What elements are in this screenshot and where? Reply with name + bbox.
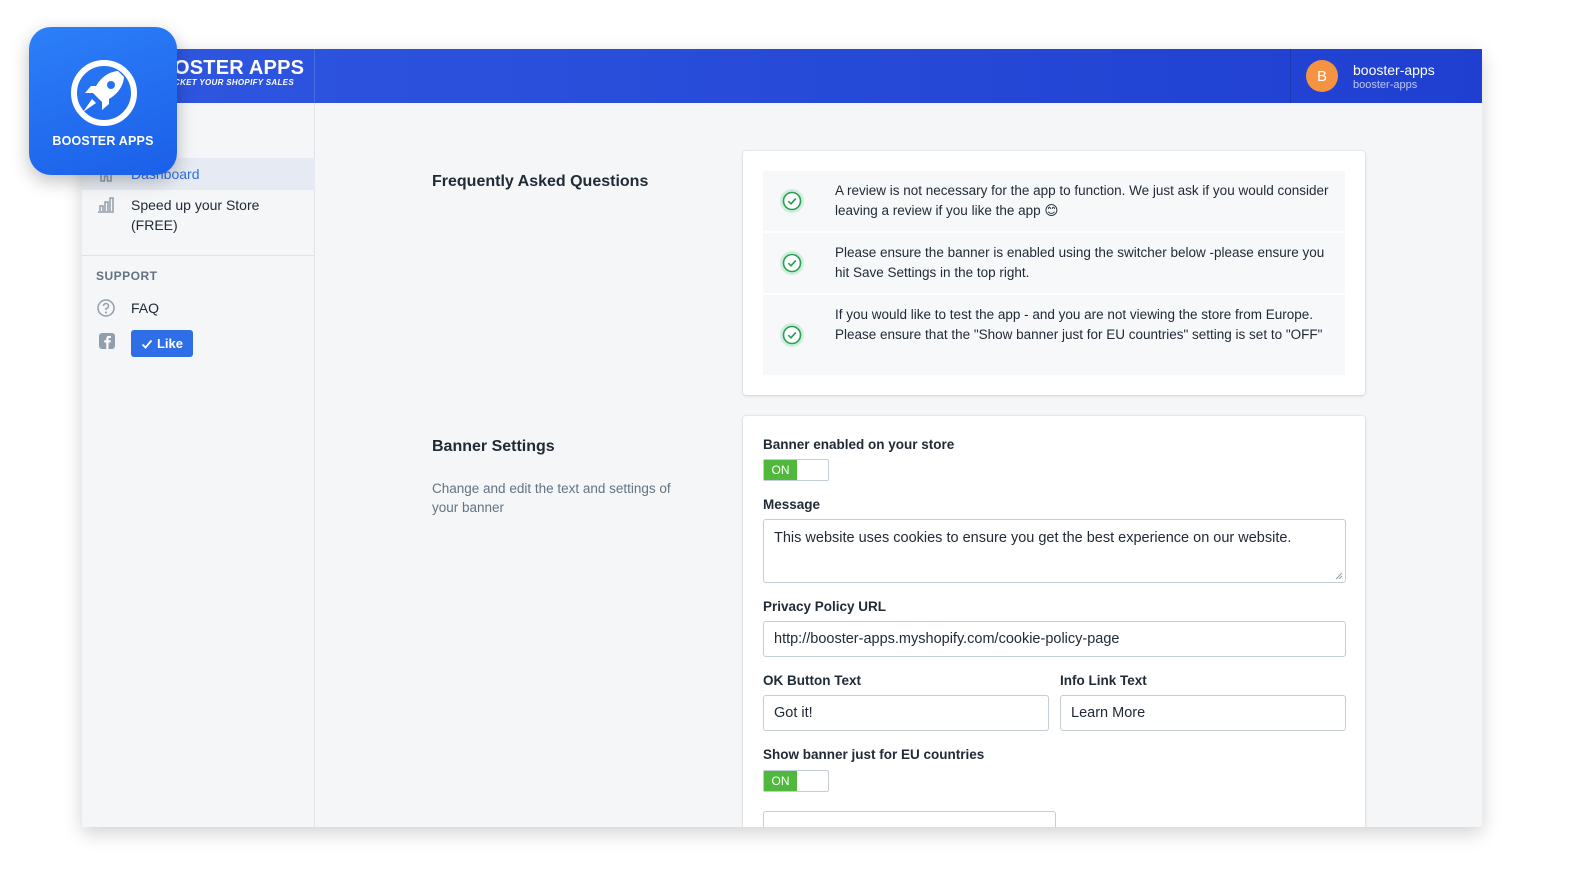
user-divider	[1290, 49, 1291, 103]
bar-chart-icon	[98, 197, 114, 213]
faq-text: Please ensure the banner is enabled usin…	[835, 245, 1325, 280]
app-window: OSTER APPS CKET YOUR SHOPIFY SALES B boo…	[82, 49, 1482, 827]
check-circle-icon	[780, 189, 804, 213]
info-link-text-value: Learn More	[1071, 705, 1146, 721]
toggle-on-state: ON	[764, 460, 797, 480]
faq-text: A review is not necessary for the app to…	[835, 183, 1329, 218]
faq-item: If you would like to test the app - and …	[763, 295, 1345, 375]
privacy-url-label: Privacy Policy URL	[763, 599, 887, 614]
main-content: Frequently Asked Questions A review is n…	[315, 103, 1482, 827]
avatar: B	[1306, 60, 1338, 92]
resize-handle-icon[interactable]	[1334, 571, 1343, 580]
banner-section-title: Banner Settings	[432, 438, 555, 455]
brand-divider	[314, 49, 315, 103]
sidebar-item-faq[interactable]: FAQ	[82, 296, 315, 322]
faq-card: A review is not necessary for the app to…	[743, 151, 1365, 395]
brand-name: OSTER APPS	[174, 57, 305, 79]
user-shop: booster-apps	[1353, 78, 1418, 91]
privacy-url-input[interactable]: http://booster-apps.myshopify.com/cookie…	[763, 621, 1346, 657]
faq-section-title: Frequently Asked Questions	[432, 173, 649, 190]
top-bar: OSTER APPS CKET YOUR SHOPIFY SALES B boo…	[82, 49, 1482, 103]
privacy-url-value: http://booster-apps.myshopify.com/cookie…	[774, 631, 1120, 647]
support-heading: SUPPORT	[96, 269, 158, 283]
user-name: booster-apps	[1353, 61, 1435, 78]
message-value: This website uses cookies to ensure you …	[774, 530, 1292, 546]
like-label: Like	[156, 336, 183, 351]
eu-only-toggle[interactable]: ON	[763, 770, 829, 792]
ok-button-text-input[interactable]: Got it!	[763, 695, 1049, 731]
ok-button-text-label: OK Button Text	[763, 673, 861, 688]
next-field-input[interactable]	[763, 811, 1056, 827]
app-icon: BOOSTER APPS	[29, 27, 177, 175]
ok-button-text-value: Got it!	[774, 705, 813, 721]
user-menu[interactable]: B booster-apps booster-apps	[1306, 60, 1435, 92]
sidebar-item-label: FAQ	[131, 300, 160, 316]
question-icon	[97, 299, 115, 317]
brand-logo[interactable]: OSTER APPS CKET YOUR SHOPIFY SALES	[174, 57, 304, 87]
check-circle-icon	[780, 323, 804, 347]
info-link-text-label: Info Link Text	[1060, 673, 1147, 688]
sidebar: Dashboard Speed up your Store (FREE) SUP…	[82, 103, 315, 827]
message-textarea[interactable]: This website uses cookies to ensure you …	[763, 519, 1346, 583]
app-icon-label: BOOSTER APPS	[52, 134, 154, 148]
rocket-icon	[71, 60, 137, 126]
banner-enabled-label: Banner enabled on your store	[763, 437, 955, 452]
faq-item: A review is not necessary for the app to…	[763, 171, 1345, 231]
banner-section-description: Change and edit the text and settings of…	[432, 481, 671, 515]
checkmark-icon	[141, 339, 153, 349]
brand-tagline: CKET YOUR SHOPIFY SALES	[174, 78, 294, 87]
like-button[interactable]: Like	[131, 330, 193, 357]
banner-settings-card: Banner enabled on your store ON Message …	[743, 416, 1365, 827]
sidebar-divider	[82, 255, 315, 256]
eu-only-label: Show banner just for EU countries	[763, 747, 985, 762]
faq-item: Please ensure the banner is enabled usin…	[763, 233, 1345, 293]
info-link-text-input[interactable]: Learn More	[1060, 695, 1346, 731]
faq-text: If you would like to test the app - and …	[835, 307, 1323, 342]
sidebar-item-sublabel: (FREE)	[131, 217, 178, 233]
facebook-icon	[99, 333, 115, 349]
check-circle-icon	[780, 251, 804, 275]
message-label: Message	[763, 497, 821, 512]
toggle-on-state: ON	[764, 771, 797, 791]
sidebar-item-speed-up[interactable]: Speed up your Store (FREE)	[82, 193, 315, 239]
sidebar-item-label: Speed up your Store	[131, 197, 260, 213]
banner-enabled-toggle[interactable]: ON	[763, 459, 829, 481]
